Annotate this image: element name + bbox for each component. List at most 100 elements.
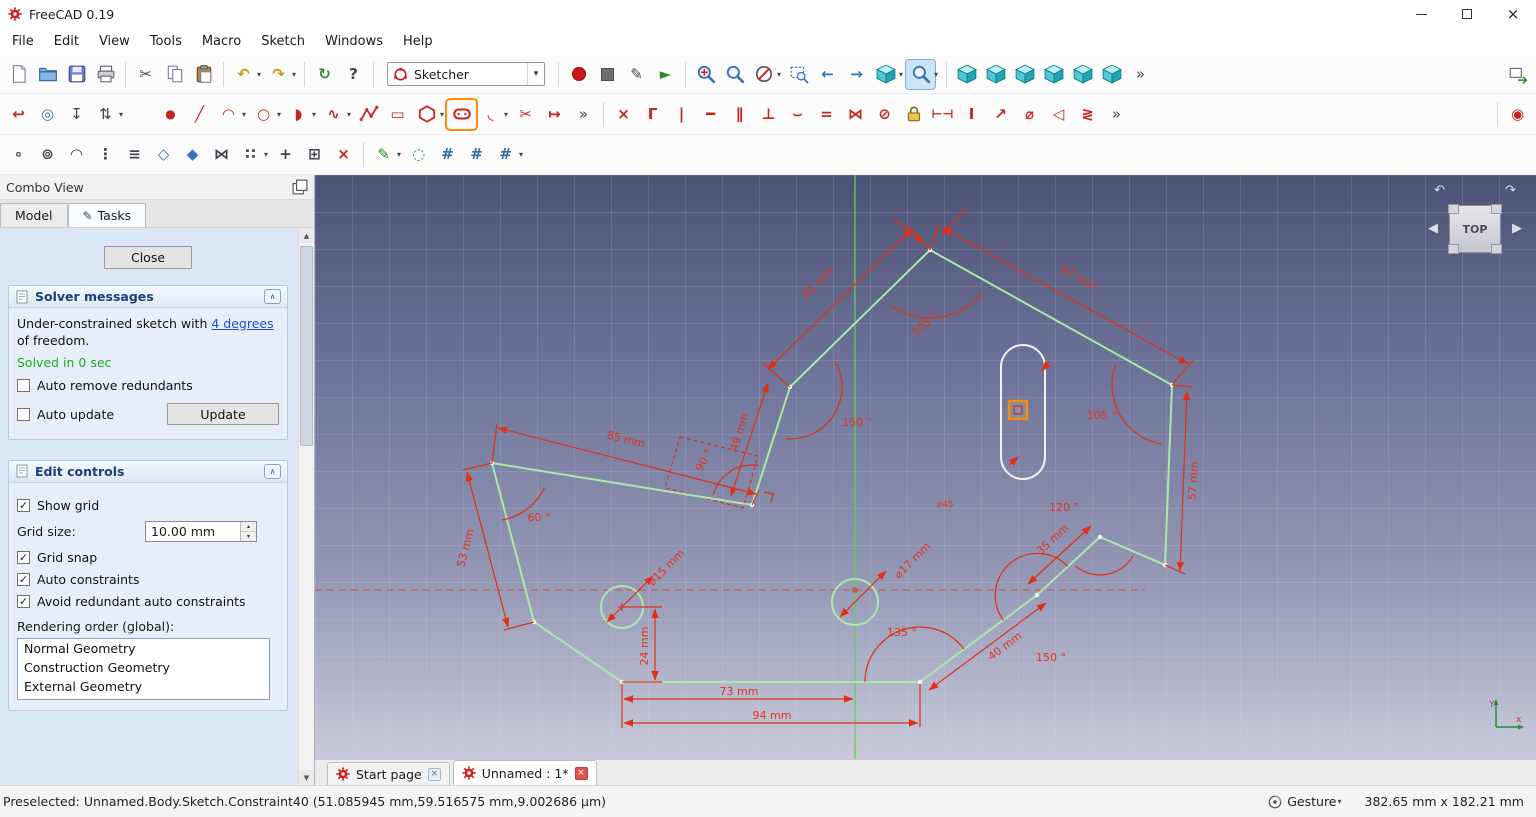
menu-edit[interactable]: Edit [44,29,89,55]
nav-style-caret-icon[interactable]: ▾ [1335,797,1345,806]
scrollbar-thumb[interactable] [300,246,313,446]
selected-element-marker[interactable] [1007,399,1029,421]
list-item[interactable]: Construction Geometry [18,658,269,677]
menu-windows[interactable]: Windows [315,29,393,55]
menu-file[interactable]: File [2,29,44,55]
axonometric-dropdown-icon[interactable]: ▾ [896,70,906,79]
forward-view-button[interactable]: → [842,60,871,89]
macro-edit-button[interactable]: ✎ [622,60,651,89]
close-window-button[interactable]: × [1490,0,1536,28]
bspline-dropdown-icon[interactable]: ▾ [344,110,354,119]
tab-tasks[interactable]: ✎ Tasks [67,203,147,227]
dimension-labels[interactable]: 85 mm 53 mm 60 ° 90 ° 49 mm 81 mm 87 mm … [454,263,1201,722]
nav-right-arrow-icon[interactable]: ▶ [1512,221,1522,236]
slot-tool-button[interactable] [445,97,478,131]
clone-dropdown-icon[interactable]: ▾ [261,150,271,159]
zoom-selection-dropdown-icon[interactable]: ▾ [931,70,941,79]
refresh-button[interactable]: ↻ [310,60,339,89]
rotate-left-icon[interactable]: ↶ [1434,183,1445,198]
nav-cube-corner[interactable] [1448,244,1459,254]
close-shape-button[interactable]: ⊚ [33,140,62,169]
new-file-button[interactable] [4,60,33,89]
nav-cube-corner[interactable] [1491,244,1502,254]
undo-dropdown-icon[interactable]: ▾ [254,70,264,79]
paste-button[interactable] [189,60,218,89]
polygon-dropdown-icon[interactable]: ▾ [437,110,447,119]
arc-dropdown-icon[interactable]: ▾ [239,110,249,119]
toggle-grid-button[interactable]: # [433,140,462,169]
construction-dropdown-icon[interactable]: ▾ [394,150,404,159]
panel-scrollbar[interactable]: ▲ ▼ [298,228,314,785]
tab-start-page[interactable]: Start page × [327,762,450,785]
geometry-overflow[interactable]: » [569,100,598,129]
workbench-dropdown-icon[interactable]: ▾ [527,63,544,85]
view-sketch-button[interactable]: ◎ [33,100,62,129]
scroll-up-icon[interactable]: ▲ [299,228,314,243]
edit-controls-header[interactable]: Edit controls ∧ [9,460,287,483]
cut-button[interactable]: ✂ [131,60,160,89]
sketch-geometry[interactable] [491,249,1173,683]
print-button[interactable] [91,60,120,89]
diameter-constraint-button[interactable]: ⌀ [1015,100,1044,129]
line-tool-button[interactable]: ╱ [185,100,214,129]
point-tool-button[interactable]: ● [156,100,185,129]
workbench-selector[interactable]: Sketcher ▾ [387,62,545,86]
auto-remove-redundants-checkbox[interactable] [17,378,30,392]
auto-constraints-checkbox[interactable]: ✓ [17,572,30,586]
grid-size-input[interactable]: 10.00 mm ▴ ▾ [145,520,257,542]
left-view-button[interactable] [1097,60,1126,89]
rectangular-array-button[interactable]: ⊞ [300,140,329,169]
show-internal-geometry-button[interactable]: ◆ [178,140,207,169]
dof-link[interactable]: 4 degrees [211,316,273,331]
delete-all-geometry-button[interactable]: × [329,140,358,169]
back-view-button[interactable]: ← [813,60,842,89]
snell-law-constraint-button[interactable]: ≷ [1073,100,1102,129]
collapse-icon[interactable]: ∧ [264,463,281,479]
front-view-button[interactable] [952,60,981,89]
open-file-button[interactable] [33,60,62,89]
connect-edges-button[interactable]: ◠ [62,140,91,169]
minimize-button[interactable] [1398,0,1444,28]
close-start-tab-icon[interactable]: × [427,767,441,781]
lock-constraint-button[interactable] [899,100,928,129]
sketch-vertices[interactable] [489,247,1175,685]
toggle-snap-button[interactable]: # [462,140,491,169]
draw-style-dropdown-icon[interactable]: ▾ [774,70,784,79]
list-item[interactable]: External Geometry [18,677,269,696]
avoid-redundant-checkbox[interactable]: ✓ [17,594,30,608]
fillet-dropdown-icon[interactable]: ▾ [501,110,511,119]
solver-messages-header[interactable]: Solver messages ∧ [9,286,287,308]
macro-record-button[interactable] [564,60,593,89]
fit-all-button[interactable] [691,60,720,89]
top-view-button[interactable] [981,60,1010,89]
rendering-order-list[interactable]: Normal Geometry Construction Geometry Ex… [17,637,270,700]
extend-tool-button[interactable]: ↦ [540,100,569,129]
map-sketch-button[interactable]: ↧ [62,100,91,129]
float-panel-icon[interactable] [292,179,308,195]
tab-model[interactable]: Model [0,203,68,227]
scroll-down-icon[interactable]: ▼ [299,770,314,785]
tangent-constraint-button[interactable]: ⌣ [783,100,812,129]
nav-cube-top-face[interactable]: TOP [1448,204,1502,254]
close-task-button[interactable]: Close [104,246,192,269]
update-button[interactable]: Update [167,403,279,426]
block-constraint-button[interactable]: ⊘ [870,100,899,129]
sketch-canvas[interactable]: 85 mm 53 mm 60 ° 90 ° 49 mm 81 mm 87 mm … [315,175,1536,759]
macro-play-button[interactable]: ► [651,60,680,89]
collapse-icon[interactable]: ∧ [264,289,281,304]
symmetry-tool-button[interactable]: ⋈ [207,140,236,169]
toggle-driving-constraint-button[interactable]: ◉ [1503,100,1532,129]
grid-dropdown-icon[interactable]: ▾ [516,150,526,159]
move-tool-button[interactable]: + [271,140,300,169]
rear-view-button[interactable] [1039,60,1068,89]
redo-dropdown-icon[interactable]: ▾ [289,70,299,79]
vertical-constraint-button[interactable]: | [667,100,696,129]
point-on-object-constraint-button[interactable]: Γ [638,100,667,129]
rectangle-tool-button[interactable]: ▭ [383,100,412,129]
symmetric-constraint-button[interactable]: ⋈ [841,100,870,129]
whats-this-button[interactable]: ? [339,60,368,89]
list-item[interactable]: Normal Geometry [18,639,269,658]
maximize-button[interactable] [1444,0,1490,28]
menu-macro[interactable]: Macro [192,29,251,55]
nav-cube-corner[interactable] [1491,204,1502,214]
